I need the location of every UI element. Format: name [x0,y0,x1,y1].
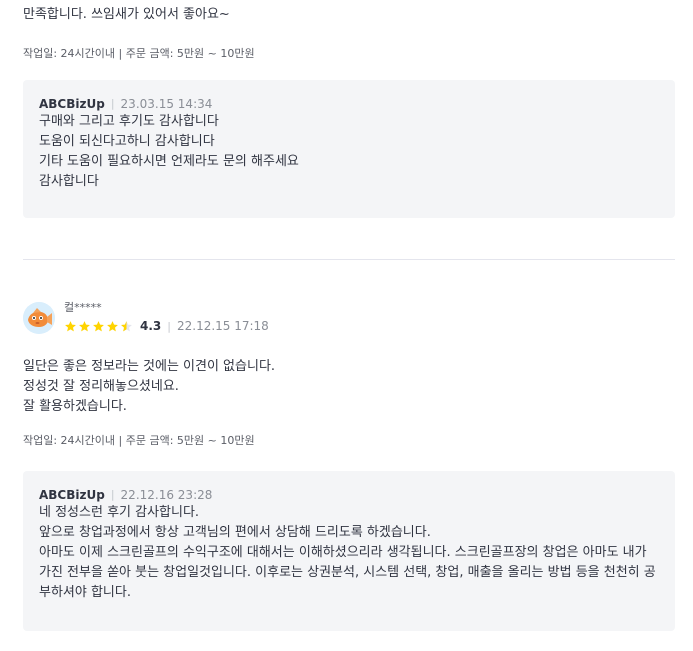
review-meta: 작업일: 24시간이내 | 주문 금액: 5만원 ~ 10만원 [23,434,255,447]
reply-date: 23.03.15 14:34 [120,97,213,111]
rating-value: 4.3 [140,319,162,333]
reply-header: ABCBizUp | 22.12.16 23:28 [39,487,659,503]
review-body: 일단은 좋은 정보라는 것에는 이견이 없습니다. 정성것 잘 정리해놓으셨네요… [23,357,673,417]
reply-body: 네 정성스런 후기 감사합니다. 앞으로 창업과정에서 항상 고객님의 편에서 … [39,503,659,603]
review-date: 22.12.15 17:18 [176,319,269,333]
previous-review-meta: 작업일: 24시간이내 | 주문 금액: 5만원 ~ 10만원 [23,47,255,60]
reply-line: 도움이 되신다고하니 감사합니다 [39,134,215,149]
review-divider [23,259,675,260]
star-icon [65,320,76,331]
review-line: 일단은 좋은 정보라는 것에는 이견이 없습니다. [23,359,276,374]
reply-line: 네 정성스런 후기 감사합니다. [39,505,200,520]
reply-header: ABCBizUp | 23.03.15 14:34 [39,96,659,112]
rating-row: 4.3 | 22.12.15 17:18 [64,319,269,333]
reply-line: 아마도 이제 스크린골프의 수익구조에 대해서는 이해하셨으리라 생각됩니다. … [39,545,656,600]
separator: | [110,97,115,110]
half-star-icon [121,320,132,331]
seller-reply-box: ABCBizUp | 22.12.16 23:28 네 정성스런 후기 감사합니… [23,471,675,631]
star-icon [79,320,90,331]
reviewer-info: 컬***** 4.3 | 22.12.15 17:18 [64,301,269,333]
review-line: 잘 활용하겠습니다. [23,399,127,414]
reply-body: 구매와 그리고 후기도 감사합니다 도움이 되신다고하니 감사합니다 기타 도움… [39,112,659,192]
star-icon [93,320,104,331]
previous-review-body: 만족합니다. 쓰임새가 있어서 좋아요~ [23,7,230,22]
separator: | [110,488,115,501]
reply-date: 22.12.16 23:28 [120,488,213,502]
star-rating [64,320,134,333]
star-icon [107,320,118,331]
reply-author: ABCBizUp [39,97,105,111]
review-line: 정성것 잘 정리해놓으셨네요. [23,379,179,394]
reviewer-name: 컬***** [64,301,102,314]
reply-line: 감사합니다 [39,174,99,189]
previous-review: 만족합니다. 쓰임새가 있어서 좋아요~ 작업일: 24시간이내 | 주문 금액… [23,0,673,62]
seller-reply-box: ABCBizUp | 23.03.15 14:34 구매와 그리고 후기도 감사… [23,80,675,218]
reply-line: 앞으로 창업과정에서 항상 고객님의 편에서 상담해 드리도록 하겠습니다. [39,525,431,540]
reviewer-row: 컬***** 4.3 | 22.12.15 17:18 [23,301,269,334]
goldfish-avatar-icon [23,302,55,334]
separator: | [167,319,171,333]
reply-line: 구매와 그리고 후기도 감사합니다 [39,114,219,129]
reply-author: ABCBizUp [39,488,105,502]
reply-line: 기타 도움이 필요하시면 언제라도 문의 해주세요 [39,154,299,169]
